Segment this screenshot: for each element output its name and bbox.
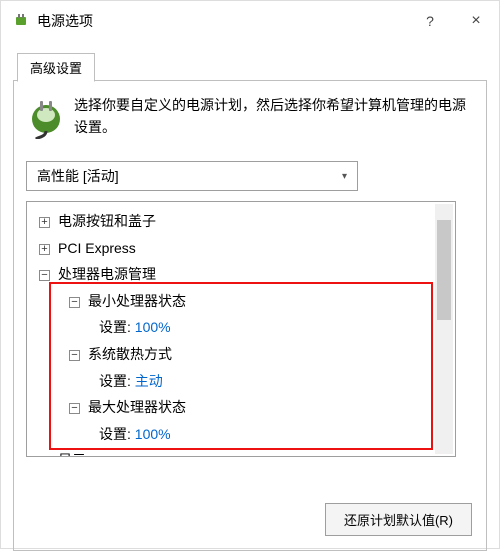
collapse-icon[interactable]: −	[39, 270, 50, 281]
tree-row[interactable]: 设置: 主动	[33, 368, 435, 395]
tree-row[interactable]: 设置: 100%	[33, 421, 435, 448]
settings-tree: +电源按钮和盖子+PCI Express−处理器电源管理−最小处理器状态设置: …	[26, 201, 456, 457]
collapse-icon[interactable]: −	[69, 350, 80, 361]
tree-row[interactable]: 设置: 100%	[33, 314, 435, 341]
chevron-down-icon: ▾	[342, 171, 347, 182]
window-title: 电源选项	[37, 11, 407, 31]
tree-label: 设置:	[99, 319, 131, 335]
tree-row[interactable]: −系统散热方式	[33, 341, 435, 368]
description-row: 选择你要自定义的电源计划，然后选择你希望计算机管理的电源设置。	[28, 95, 472, 139]
tree-row[interactable]: −最小处理器状态	[33, 288, 435, 315]
expand-icon[interactable]: +	[39, 217, 50, 228]
tree-row[interactable]: −最大处理器状态	[33, 394, 435, 421]
power-plan-selected: 高性能 [活动]	[37, 166, 119, 186]
collapse-icon[interactable]: −	[69, 403, 80, 414]
tree-row[interactable]: + 显示	[33, 447, 435, 457]
help-button[interactable]: ?	[407, 6, 453, 36]
titlebar: 电源选项 ? ×	[1, 1, 499, 41]
tree-row[interactable]: −处理器电源管理	[33, 261, 435, 288]
tab-advanced-settings[interactable]: 高级设置	[17, 53, 95, 82]
tree-label: 设置:	[99, 426, 131, 442]
expand-icon[interactable]: +	[39, 244, 50, 255]
tree-scrollbar[interactable]	[435, 204, 453, 454]
expand-icon[interactable]: +	[39, 456, 50, 457]
tree-label: 电源按钮和盖子	[58, 213, 156, 229]
tree-value[interactable]: 100%	[135, 426, 171, 442]
description-text: 选择你要自定义的电源计划，然后选择你希望计算机管理的电源设置。	[74, 95, 472, 139]
collapse-icon[interactable]: −	[69, 297, 80, 308]
tree-label: 系统散热方式	[88, 346, 172, 362]
close-button[interactable]: ×	[453, 6, 499, 36]
tree-value[interactable]: 主动	[135, 373, 163, 389]
tree-label: 设置:	[99, 373, 131, 389]
tab-header: 高级设置	[13, 53, 487, 81]
tree-label: 处理器电源管理	[58, 266, 156, 282]
tree-row[interactable]: + 电源按钮和盖子	[33, 208, 435, 235]
power-options-window: 电源选项 ? × 高级设置 选择你要自定义的电源计划，然后选择你希望计算机管理的…	[0, 0, 500, 549]
tree-scrollbar-thumb[interactable]	[437, 220, 451, 320]
tree-label: 显示	[58, 452, 86, 457]
power-plug-icon	[28, 95, 64, 139]
tab-body: 选择你要自定义的电源计划，然后选择你希望计算机管理的电源设置。 高性能 [活动]…	[13, 81, 487, 551]
tree-label: 最小处理器状态	[88, 293, 186, 309]
tree-label: 最大处理器状态	[88, 399, 186, 415]
app-icon	[13, 13, 29, 29]
power-plan-dropdown[interactable]: 高性能 [活动] ▾	[26, 161, 358, 191]
tree-label: PCI Express	[58, 240, 136, 256]
tree-row[interactable]: + PCI Express	[33, 235, 435, 262]
settings-tree-body: +电源按钮和盖子+PCI Express−处理器电源管理−最小处理器状态设置: …	[27, 202, 435, 456]
tree-value[interactable]: 100%	[135, 319, 171, 335]
restore-defaults-button[interactable]: 还原计划默认值(R)	[325, 503, 472, 536]
